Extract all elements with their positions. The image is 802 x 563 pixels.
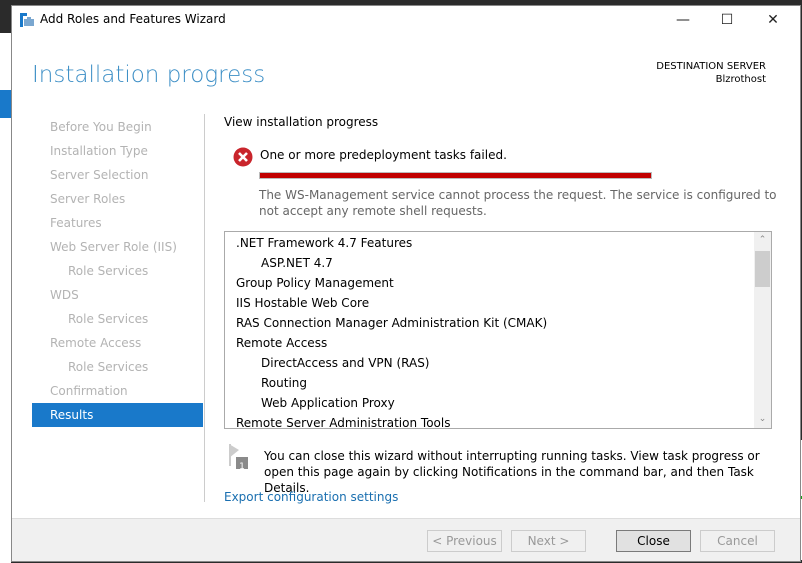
nav-item[interactable]: Web Server Role (IIS)	[32, 235, 203, 259]
notification-badge: 1	[239, 462, 245, 472]
close-note: You can close this wizard without interr…	[264, 449, 760, 495]
background-server-manager	[0, 33, 11, 563]
destination-server: DESTINATION SERVER Blzrothost	[656, 60, 766, 86]
progress-bar	[259, 172, 652, 179]
footer: < Previous Next > Close Cancel	[12, 518, 800, 561]
nav-item[interactable]: WDS	[32, 283, 203, 307]
nav-item[interactable]: Remote Access	[32, 331, 203, 355]
section-label: View installation progress	[224, 115, 379, 129]
page-title: Installation progress	[32, 62, 266, 88]
title-bar[interactable]: Add Roles and Features Wizard — ☐ ✕	[12, 6, 800, 34]
maximize-icon: ☐	[720, 12, 734, 28]
close-window-button[interactable]: ✕	[750, 6, 796, 34]
wizard-window: Add Roles and Features Wizard — ☐ ✕ Inst…	[11, 5, 801, 562]
nav-item[interactable]: Confirmation	[32, 379, 203, 403]
export-configuration-link[interactable]: Export configuration settings	[224, 490, 398, 504]
error-message: One or more predeployment tasks failed.	[260, 148, 507, 162]
nav-item[interactable]: Features	[32, 211, 203, 235]
wizard-app-icon	[20, 13, 34, 27]
nav-item[interactable]: Server Roles	[32, 187, 203, 211]
feature-item: Group Policy Management	[236, 276, 394, 290]
error-detail: The WS-Management service cannot process…	[259, 188, 777, 218]
nav-item[interactable]: Installation Type	[32, 139, 203, 163]
destination-label: DESTINATION SERVER	[656, 61, 766, 72]
nav-item[interactable]: Before You Begin	[32, 115, 203, 139]
window-title: Add Roles and Features Wizard	[40, 12, 226, 26]
feature-item: Remote Server Administration Tools	[236, 416, 451, 429]
feature-item: DirectAccess and VPN (RAS)	[261, 356, 430, 370]
scroll-up-icon[interactable]: ⌃	[754, 232, 771, 249]
nav-item[interactable]: Server Selection	[32, 163, 203, 187]
feature-item: ASP.NET 4.7	[261, 256, 333, 270]
feature-item: IIS Hostable Web Core	[236, 296, 370, 310]
error-icon	[233, 147, 253, 167]
feature-item: Web Application Proxy	[261, 396, 395, 410]
previous-button[interactable]: < Previous	[427, 530, 502, 552]
close-button[interactable]: Close	[616, 530, 691, 552]
next-button[interactable]: Next >	[511, 530, 586, 552]
minimize-button[interactable]: —	[660, 6, 706, 34]
nav-item[interactable]: Role Services	[32, 307, 203, 331]
scrollbar[interactable]: ⌃ ⌄	[754, 232, 771, 428]
feature-item: Remote Access	[236, 336, 328, 350]
feature-item: RAS Connection Manager Administration Ki…	[236, 316, 548, 330]
cancel-button[interactable]: Cancel	[700, 530, 775, 552]
scroll-thumb[interactable]	[755, 251, 770, 287]
nav-item[interactable]: Role Services	[32, 259, 203, 283]
feature-item: .NET Framework 4.7 Features	[236, 236, 413, 250]
minimize-icon: —	[676, 12, 690, 28]
maximize-button[interactable]: ☐	[704, 6, 750, 34]
scroll-down-icon[interactable]: ⌄	[754, 411, 771, 428]
progress-fill	[260, 173, 651, 178]
nav-item[interactable]: Role Services	[32, 355, 203, 379]
destination-server-name: Blzrothost	[715, 74, 766, 85]
wizard-nav: Before You Begin Installation Type Server …	[32, 115, 203, 427]
feature-item: Routing	[261, 376, 308, 390]
features-list[interactable]: .NET Framework 4.7 Features ASP.NET 4.7 Gr…	[224, 231, 772, 429]
nav-divider	[204, 114, 205, 502]
nav-item[interactable]: Results	[32, 403, 203, 427]
close-icon: ✕	[767, 12, 779, 28]
